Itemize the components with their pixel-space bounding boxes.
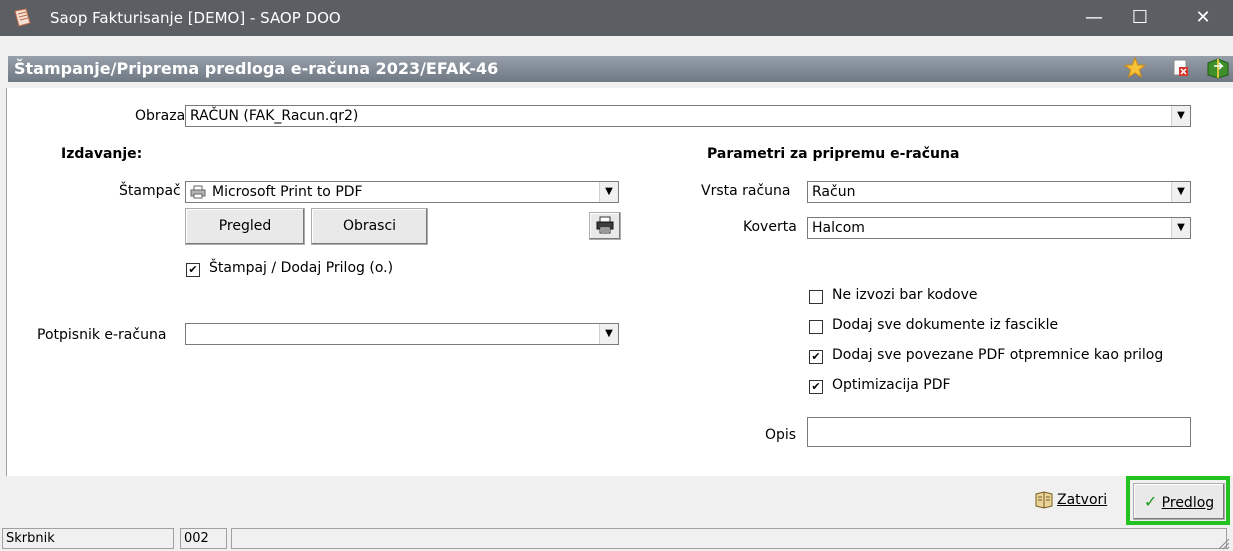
favorite-star-icon[interactable] bbox=[1124, 57, 1146, 79]
status-bar: Skrbnik 002 bbox=[0, 526, 1233, 551]
pregled-button[interactable]: Pregled bbox=[185, 208, 305, 245]
form-header: Štampanje/Priprema predloga e-računa 202… bbox=[0, 36, 1233, 88]
exit-book-icon[interactable] bbox=[1206, 57, 1230, 79]
chevron-down-icon[interactable]: ▼ bbox=[599, 182, 618, 202]
chevron-down-icon[interactable]: ▼ bbox=[1171, 218, 1190, 238]
chevron-down-icon[interactable]: ▼ bbox=[1171, 106, 1190, 126]
checkmark-icon: ✔ bbox=[811, 380, 821, 393]
obrazac-select[interactable]: RAČUN (FAK_Racun.qr2) ▼ bbox=[185, 105, 1191, 127]
window-titlebar: Saop Fakturisanje [DEMO] - SAOP DOO — ☐ … bbox=[0, 0, 1233, 36]
dodaj-otpremnice-label: Dodaj sve povezane PDF otpremnice kao pr… bbox=[832, 347, 1164, 363]
opis-input[interactable] bbox=[807, 417, 1191, 447]
vrsta-select[interactable]: Račun ▼ bbox=[807, 181, 1191, 203]
dodaj-otpremnice-checkbox[interactable]: ✔ bbox=[809, 350, 823, 364]
checkmark-icon: ✔ bbox=[811, 350, 821, 363]
koverta-select[interactable]: Halcom ▼ bbox=[807, 217, 1191, 239]
form-panel: Obrazac RAČUN (FAK_Racun.qr2) ▼ Izdavanj… bbox=[6, 88, 1233, 476]
status-message bbox=[231, 528, 1227, 549]
stampaj-checkbox[interactable]: ✔ bbox=[186, 263, 200, 277]
zatvori-label: Zatvori bbox=[1057, 492, 1108, 508]
zatvori-button[interactable]: Zatvori bbox=[1034, 486, 1107, 514]
minimize-button[interactable]: — bbox=[1071, 0, 1117, 36]
vrsta-label: Vrsta računa bbox=[701, 183, 791, 199]
optimizacija-checkbox[interactable]: ✔ bbox=[809, 380, 823, 394]
checkmark-icon: ✔ bbox=[188, 263, 198, 276]
ne-izvozi-label: Ne izvozi bar kodove bbox=[832, 287, 978, 303]
stampac-value: Microsoft Print to PDF bbox=[212, 184, 363, 200]
printer-setup-button[interactable] bbox=[589, 212, 621, 240]
predlog-label: Predlog bbox=[1161, 495, 1215, 511]
dodaj-dokumente-label: Dodaj sve dokumente iz fascikle bbox=[832, 317, 1059, 333]
app-icon bbox=[14, 8, 31, 27]
optimizacija-label: Optimizacija PDF bbox=[832, 377, 951, 393]
resize-grip-icon[interactable] bbox=[1216, 536, 1230, 550]
vrsta-value: Račun bbox=[812, 184, 856, 200]
opis-label: Opis bbox=[765, 427, 797, 443]
potpisnik-label: Potpisnik e-računa bbox=[37, 327, 167, 343]
koverta-value: Halcom bbox=[812, 220, 865, 236]
predlog-button[interactable]: ✓ Predlog bbox=[1133, 483, 1225, 520]
stampac-select[interactable]: Microsoft Print to PDF ▼ bbox=[185, 181, 619, 203]
maximize-button[interactable]: ☐ bbox=[1117, 0, 1163, 36]
checkmark-icon: ✓ bbox=[1143, 492, 1158, 511]
potpisnik-select[interactable]: ▼ bbox=[185, 323, 619, 345]
ne-izvozi-checkbox[interactable] bbox=[809, 290, 823, 304]
action-bar: Zatvori ✓ Predlog bbox=[0, 476, 1233, 526]
printer-icon bbox=[190, 185, 206, 199]
status-code: 002 bbox=[180, 528, 227, 549]
status-user: Skrbnik bbox=[2, 528, 174, 549]
dodaj-dokumente-checkbox[interactable] bbox=[809, 320, 823, 334]
chevron-down-icon[interactable]: ▼ bbox=[1171, 182, 1190, 202]
stampac-label: Štampač bbox=[119, 183, 181, 199]
close-button[interactable]: ✕ bbox=[1180, 0, 1226, 36]
parametri-heading: Parametri za pripremu e-računa bbox=[707, 146, 960, 162]
chevron-down-icon[interactable]: ▼ bbox=[599, 324, 618, 344]
izdavanje-heading: Izdavanje: bbox=[61, 146, 143, 162]
form-title: Štampanje/Priprema predloga e-računa 202… bbox=[14, 59, 499, 78]
stampaj-label: Štampaj / Dodaj Prilog (o.) bbox=[209, 260, 394, 276]
koverta-label: Koverta bbox=[743, 219, 797, 235]
obrazac-value: RAČUN (FAK_Racun.qr2) bbox=[190, 108, 359, 124]
window-title: Saop Fakturisanje [DEMO] - SAOP DOO bbox=[50, 9, 341, 27]
obrasci-button[interactable]: Obrasci bbox=[311, 208, 428, 245]
close-document-icon[interactable] bbox=[1172, 59, 1190, 77]
close-book-icon bbox=[1035, 491, 1053, 509]
printer-setup-icon bbox=[596, 216, 614, 234]
